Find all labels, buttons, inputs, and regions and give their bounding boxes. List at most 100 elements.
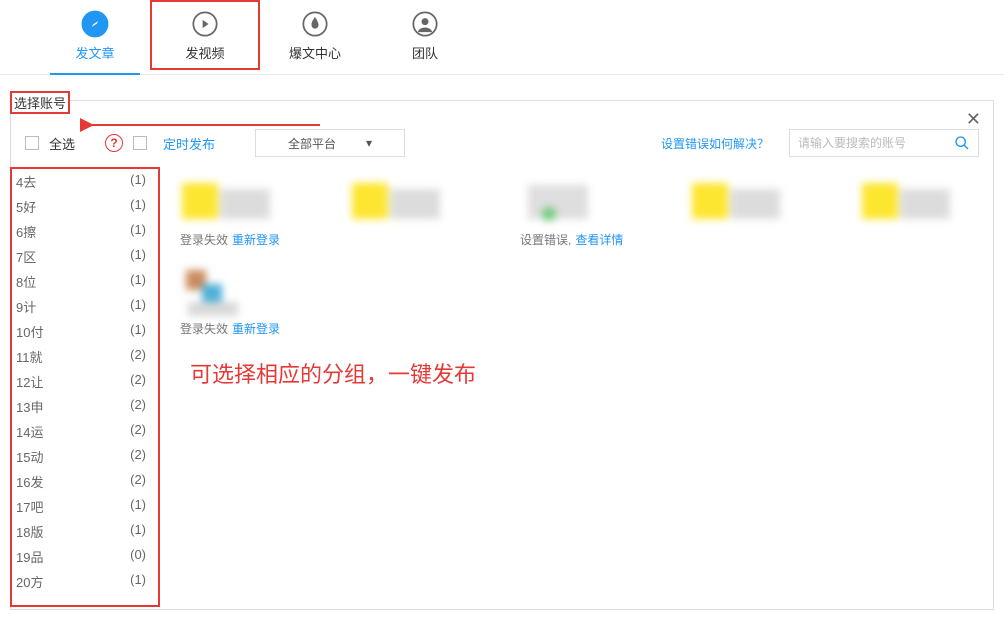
group-count: (2) [130,372,146,391]
search-icon[interactable] [954,135,970,151]
tab-label: 发视频 [185,43,224,62]
annotation-hint: 可选择相应的分组，一键发布 [190,357,476,389]
group-item[interactable]: 11就 (2) [12,344,158,369]
group-name: 6擦 [16,222,36,241]
group-item[interactable]: 13申 (2) [12,394,158,419]
tab-label: 团队 [412,43,438,62]
help-icon[interactable]: ? [105,134,123,152]
account-item[interactable]: 登录失效重新登录 [180,266,290,337]
account-item[interactable] [690,177,800,248]
tab-article[interactable]: 发文章 [40,0,150,70]
tab-hot[interactable]: 爆文中心 [260,0,370,70]
group-count: (2) [130,472,146,491]
group-count: (2) [130,447,146,466]
search-input[interactable] [798,136,954,150]
group-count: (0) [130,547,146,566]
compass-icon [80,9,110,39]
group-count: (1) [130,522,146,541]
chevron-down-icon: ▾ [366,136,372,150]
platform-select[interactable]: 全部平台 ▾ [255,129,405,157]
group-name: 11就 [16,347,43,366]
top-tabs: 发文章 发视频 爆文中心 团队 [0,0,1004,75]
platform-value: 全部平台 [288,135,336,152]
group-name: 4去 [16,172,36,191]
avatar [520,177,610,227]
tab-label: 爆文中心 [289,43,341,62]
group-name: 13申 [16,397,43,416]
group-name: 8位 [16,272,36,291]
panel-title: 选择账号 [10,91,70,114]
group-item[interactable]: 5好 (1) [12,194,158,219]
group-item[interactable]: 12让 (2) [12,369,158,394]
tab-team[interactable]: 团队 [370,0,480,70]
group-item[interactable]: 17吧 (1) [12,494,158,519]
avatar [350,177,440,227]
tab-video[interactable]: 发视频 [150,0,260,70]
select-all-checkbox[interactable] [25,136,39,150]
account-grid: 登录失效重新登录 设置错误,查看详情 登录 [160,167,993,607]
group-sidebar: 4去(1)5好(1)6擦(1)7区(1)8位(1)9计(1)10付(1)11就(… [10,167,160,607]
status-text: 登录失效 [180,320,228,337]
group-item[interactable]: 10付(1) [12,319,158,344]
relogin-link[interactable]: 重新登录 [232,320,280,337]
avatar [690,177,780,227]
account-item[interactable] [860,177,970,248]
group-count: (2) [130,422,146,441]
play-circle-icon [190,9,220,39]
group-count: (1) [130,297,146,316]
group-name: 18版 [16,522,43,541]
group-count: (1) [130,322,146,341]
group-count: (1) [130,222,146,241]
group-count: (2) [130,347,146,366]
group-name: 19品 [16,547,43,566]
tab-label: 发文章 [75,43,114,62]
toolbar: 全选 ? 定时发布 全部平台 ▾ 设置错误如何解决？ [11,101,993,167]
user-circle-icon [410,9,440,39]
avatar [180,266,270,316]
group-count: (1) [130,272,146,291]
group-count: (1) [130,197,146,216]
avatar [860,177,950,227]
group-item[interactable]: 20方 (1) [12,569,158,594]
scheduled-checkbox[interactable] [133,136,147,150]
group-count: (2) [130,397,146,416]
group-name: 16发 [16,472,43,491]
account-item[interactable] [350,177,460,248]
error-help-link[interactable]: 设置错误如何解决？ [661,135,769,152]
content-area: 4去(1)5好(1)6擦(1)7区(1)8位(1)9计(1)10付(1)11就(… [11,167,993,607]
group-item[interactable]: 8位 (1) [12,269,158,294]
search-box [789,129,979,157]
group-name: 9计 [16,297,36,316]
close-icon[interactable]: ✕ [966,109,981,130]
group-name: 5好 [16,197,36,216]
group-item[interactable]: 6擦 (1) [12,219,158,244]
group-count: (1) [130,572,146,591]
group-item[interactable]: 16发 (2) [12,469,158,494]
status-text: 设置错误, [520,231,571,248]
select-all-label: 全选 [49,134,75,153]
group-count: (1) [130,172,146,191]
group-name: 17吧 [16,497,43,516]
group-item[interactable]: 4去 (1) [12,169,158,194]
group-item[interactable]: 15动 (2) [12,444,158,469]
status-text: 登录失效 [180,231,228,248]
select-account-panel: 选择账号 ✕ 全选 ? 定时发布 全部平台 ▾ 设置错误如何解决？ 4去(1)5… [10,100,994,610]
group-item[interactable]: 9计 (1) [12,294,158,319]
group-count: (1) [130,247,146,266]
group-item[interactable]: 19品 (0) [12,544,158,569]
group-item[interactable]: 18版 (1) [12,519,158,544]
account-item[interactable]: 设置错误,查看详情 [520,177,630,248]
account-item[interactable]: 登录失效重新登录 [180,177,290,248]
group-item[interactable]: 7区 (1) [12,244,158,269]
group-item[interactable]: 14运 (2) [12,419,158,444]
group-name: 20方 [16,572,43,591]
group-name: 12让 [16,372,43,391]
relogin-link[interactable]: 重新登录 [232,231,280,248]
fire-icon [300,9,330,39]
group-name: 14运 [16,422,43,441]
avatar [180,177,270,227]
group-count: (1) [130,497,146,516]
group-name: 7区 [16,247,36,266]
detail-link[interactable]: 查看详情 [575,231,623,248]
group-name: 15动 [16,447,43,466]
